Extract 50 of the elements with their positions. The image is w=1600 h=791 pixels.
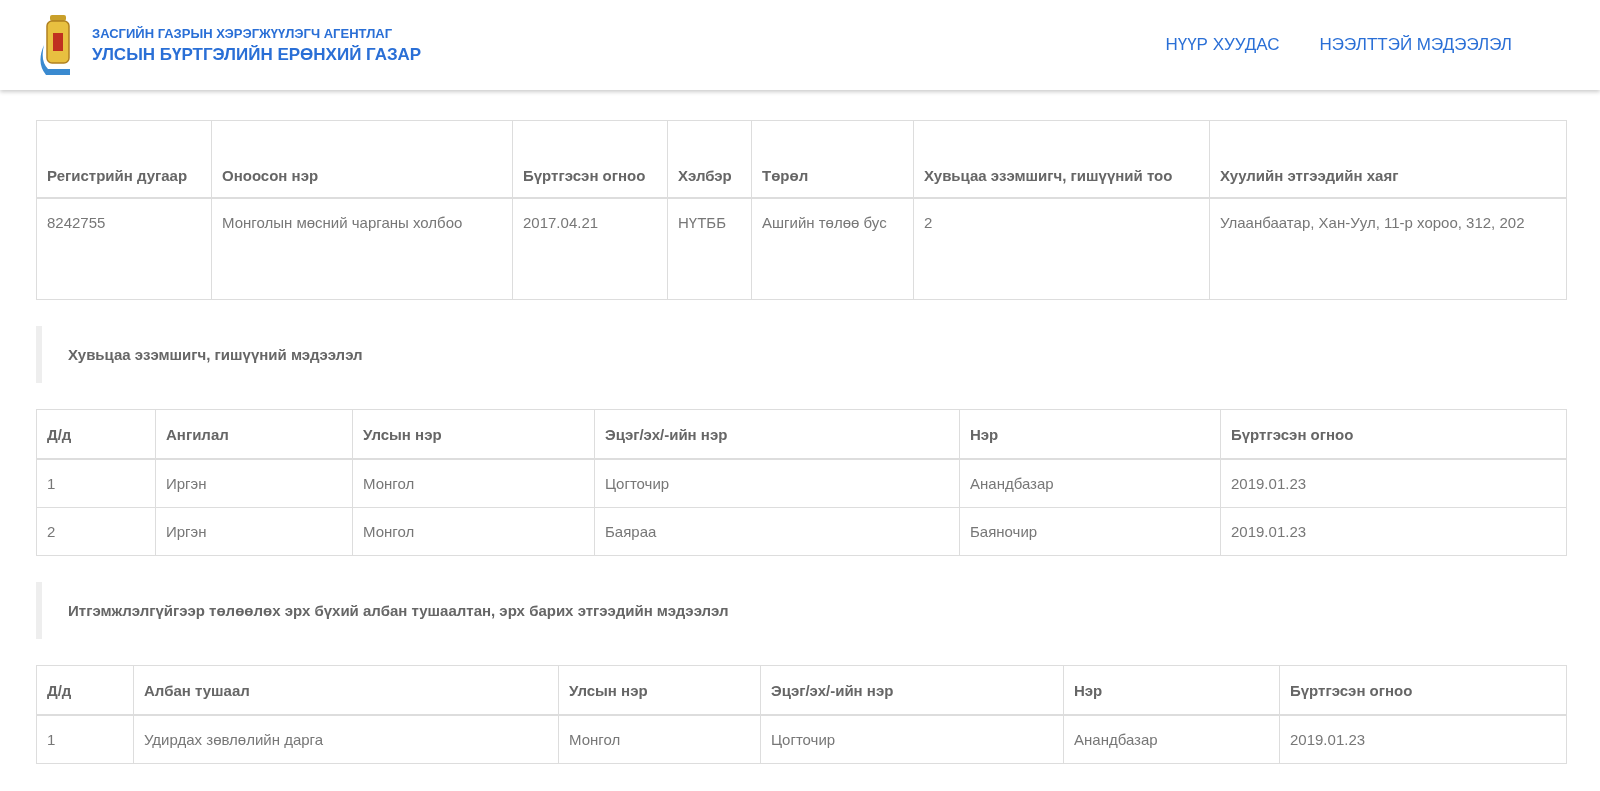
column-header: Төрөл xyxy=(751,120,914,198)
table-cell: Удирдах зөвлөлийн дарга xyxy=(133,715,559,764)
table-cell: 2 xyxy=(913,198,1210,300)
table-cell: 1 xyxy=(36,459,156,508)
table-cell: 2019.01.23 xyxy=(1220,459,1567,508)
table-cell: Монгол xyxy=(352,459,595,508)
table-cell: 8242755 xyxy=(36,198,212,300)
column-header: Хэлбэр xyxy=(667,120,752,198)
column-header: Д/д xyxy=(36,409,156,459)
column-header: Нэр xyxy=(1063,665,1280,715)
nav-link[interactable]: НЭЭЛТТЭЙ МЭДЭЭЛЭЛ xyxy=(1319,35,1512,55)
section-heading: Хувьцаа эзэмшигч, гишүүний мэдээлэл xyxy=(36,326,1566,383)
table-cell: Баяночир xyxy=(959,507,1221,556)
table-cell: Цогточир xyxy=(760,715,1064,764)
section-heading: Итгэмжлэлгүйгээр төлөөлөх эрх бүхий албан тушаалтан, эрх барих этгээдийн мэдээлэл xyxy=(36,582,1566,639)
column-header: Улсын нэр xyxy=(558,665,761,715)
agency-line: ЗАСГИЙН ГАЗРЫН ХЭРЭГЖҮҮЛЭГЧ АГЕНТЛАГ xyxy=(92,25,394,41)
table-cell: Иргэн xyxy=(155,459,353,508)
table-cell: Анандбазар xyxy=(1063,715,1280,764)
table-cell: Монголын мөсний чарганы холбоо xyxy=(211,198,513,300)
table-cell: НҮТББ xyxy=(667,198,752,300)
table-cell: Монгол xyxy=(352,507,595,556)
table-cell: Монгол xyxy=(558,715,761,764)
column-header: Нэр xyxy=(959,409,1221,459)
column-header: Эцэг/эх/-ийн нэр xyxy=(760,665,1064,715)
table-cell: Баяраа xyxy=(594,507,960,556)
organization-name: УЛСЫН БҮРТГЭЛИЙН ЕРӨНХИЙ ГАЗАР xyxy=(92,44,422,65)
nav-link[interactable]: НҮҮР ХУУДАС xyxy=(1165,35,1280,55)
table-cell: 2019.01.23 xyxy=(1220,507,1567,556)
column-header: Ангилал xyxy=(155,409,353,459)
table-cell: Ашгийн төлөө бус xyxy=(751,198,914,300)
table-cell: 1 xyxy=(36,715,134,764)
column-header: Бүртгэсэн огноо xyxy=(1279,665,1567,715)
column-header: Улсын нэр xyxy=(352,409,595,459)
column-header: Бүртгэсэн огноо xyxy=(512,120,668,198)
column-header: Эцэг/эх/-ийн нэр xyxy=(594,409,960,459)
column-header: Хуулийн этгээдийн хаяг xyxy=(1209,120,1567,198)
column-header: Регистрийн дугаар xyxy=(36,120,212,198)
table-cell: 2017.04.21 xyxy=(512,198,668,300)
table-cell: 2019.01.23 xyxy=(1279,715,1567,764)
table-cell: Иргэн xyxy=(155,507,353,556)
column-header: Хувьцаа эзэмшигч, гишүүний тоо xyxy=(913,120,1210,198)
column-header: Д/д xyxy=(36,665,134,715)
table-cell: Анандбазар xyxy=(959,459,1221,508)
column-header: Оноосон нэр xyxy=(211,120,513,198)
column-header: Бүртгэсэн огноо xyxy=(1220,409,1567,459)
column-header: Албан тушаал xyxy=(133,665,559,715)
table-cell: 2 xyxy=(36,507,156,556)
table-cell: Улаанбаатар, Хан-Уул, 11-р хороо, 312, 202 xyxy=(1209,198,1567,300)
table-cell: Цогточир xyxy=(594,459,960,508)
